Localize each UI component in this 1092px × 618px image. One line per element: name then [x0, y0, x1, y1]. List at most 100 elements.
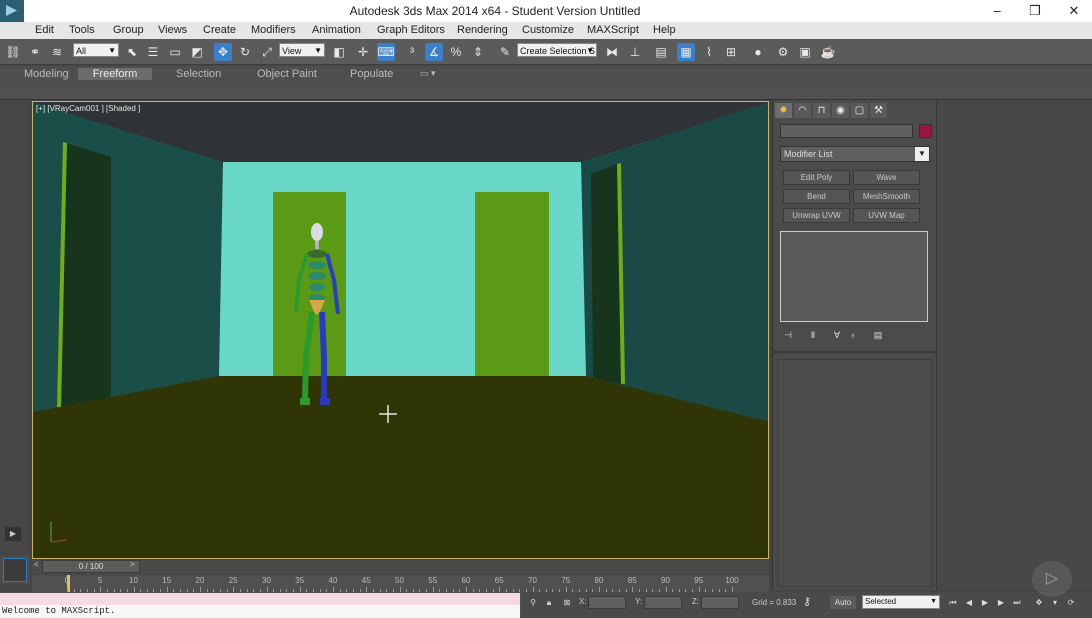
unwrap-uvw-button[interactable]: Unwrap UVW: [783, 208, 850, 223]
pin-stack-icon[interactable]: ⊣: [782, 329, 794, 341]
lock-selection-icon[interactable]: ⚲: [526, 596, 540, 609]
menu-rendering[interactable]: Rendering: [457, 24, 508, 36]
close-button[interactable]: ✕: [1059, 2, 1089, 20]
perspective-viewport[interactable]: [+] [VRayCam001 ] [Shaded ]: [32, 101, 769, 559]
window-crossing-icon[interactable]: ◩: [188, 43, 206, 61]
previous-frame-icon[interactable]: ◀: [962, 596, 976, 609]
modifier-stack[interactable]: [780, 231, 928, 322]
z-coordinate-field[interactable]: [701, 596, 739, 609]
menu-edit[interactable]: Edit: [35, 24, 54, 36]
utilities-tab-icon[interactable]: ⚒: [870, 103, 887, 118]
viewport-menu-icon[interactable]: ▶: [5, 527, 21, 541]
align-icon[interactable]: ⊥: [626, 43, 644, 61]
object-color-swatch[interactable]: [919, 124, 932, 138]
menu-customize[interactable]: Customize: [522, 24, 574, 36]
ribbon-options-icon[interactable]: ▭ ▾: [416, 68, 440, 79]
snaps-toggle-icon[interactable]: ³: [403, 43, 421, 61]
menu-graph-editors[interactable]: Graph Editors: [377, 24, 445, 36]
key-filter-dropdown[interactable]: Selected ▼: [862, 595, 940, 609]
reference-coordinate-dropdown[interactable]: View ▼: [279, 43, 325, 57]
create-tab-icon[interactable]: ✹: [775, 103, 792, 118]
bind-space-warp-icon[interactable]: ≋: [48, 43, 66, 61]
link-icon[interactable]: ⛓: [4, 43, 22, 61]
motion-tab-icon[interactable]: ◉: [832, 103, 849, 118]
time-slider-thumb[interactable]: 0 / 100: [42, 560, 140, 573]
tab-freeform[interactable]: Freeform: [78, 68, 152, 80]
remove-modifier-icon[interactable]: ♁: [847, 329, 859, 341]
select-and-scale-icon[interactable]: ⤢: [258, 43, 276, 61]
viewport-label[interactable]: [+] [VRayCam001 ] [Shaded ]: [36, 104, 140, 113]
select-and-move-icon[interactable]: ✥: [214, 43, 232, 61]
time-next-button[interactable]: >: [130, 560, 135, 569]
unlink-icon[interactable]: ⚭: [26, 43, 44, 61]
object-name-input[interactable]: [780, 124, 913, 138]
zoom-extents-icon[interactable]: ▾: [1048, 596, 1062, 609]
tab-modeling[interactable]: Modeling: [20, 68, 73, 80]
auto-key-button[interactable]: Auto: [830, 596, 856, 609]
restore-button[interactable]: ❐: [1020, 2, 1050, 20]
track-bar[interactable]: 0 5 10 15 20 25 30 35 40 45 50 55 60 65 70 75 80 85 90 95 10…: [32, 575, 769, 592]
display-tab-icon[interactable]: ▢: [851, 103, 868, 118]
scene-explorer-icon[interactable]: ▤: [652, 43, 670, 61]
y-coordinate-field[interactable]: [644, 596, 682, 609]
render-setup-icon[interactable]: ⚙: [774, 43, 792, 61]
configure-sets-icon[interactable]: ▤: [872, 329, 884, 341]
tab-populate[interactable]: Populate: [346, 68, 397, 80]
bend-button[interactable]: Bend: [783, 189, 850, 204]
make-unique-icon[interactable]: ∀: [831, 329, 843, 341]
menu-maxscript[interactable]: MAXScript: [587, 24, 639, 36]
menu-create[interactable]: Create: [203, 24, 236, 36]
orbit-icon[interactable]: ⟳: [1064, 596, 1078, 609]
pivot-center-icon[interactable]: ◧: [330, 43, 348, 61]
percent-snap-icon[interactable]: %: [447, 43, 465, 61]
time-slider[interactable]: < 0 / 100 >: [32, 560, 769, 574]
menu-tools[interactable]: Tools: [69, 24, 95, 36]
mini-listener-toggle[interactable]: [0, 556, 30, 584]
pan-view-icon[interactable]: ✥: [1032, 596, 1046, 609]
menu-modifiers[interactable]: Modifiers: [251, 24, 296, 36]
rendered-frame-window-icon[interactable]: ▣: [796, 43, 814, 61]
absolute-mode-icon[interactable]: ⊠: [560, 596, 574, 609]
x-coordinate-field[interactable]: [588, 596, 626, 609]
selection-filter-dropdown[interactable]: All ▼: [73, 43, 119, 57]
tab-selection[interactable]: Selection: [172, 68, 225, 80]
angle-snap-icon[interactable]: ∡: [425, 43, 443, 61]
meshsmooth-button[interactable]: MeshSmooth: [853, 189, 920, 204]
curve-editor-icon[interactable]: ⌇: [700, 43, 718, 61]
selection-lock-icon[interactable]: 🔒︎: [542, 596, 556, 609]
menu-group[interactable]: Group: [113, 24, 144, 36]
time-prev-button[interactable]: <: [34, 560, 39, 569]
next-frame-icon[interactable]: ▶: [994, 596, 1008, 609]
select-and-rotate-icon[interactable]: ↻: [236, 43, 254, 61]
select-by-name-icon[interactable]: ☰: [144, 43, 162, 61]
listener-output[interactable]: Welcome to MAXScript.: [0, 605, 520, 618]
mirror-icon[interactable]: ⧓: [603, 43, 621, 61]
render-production-icon[interactable]: ☕: [819, 43, 837, 61]
modify-tab-icon[interactable]: ◠: [794, 103, 811, 118]
go-to-end-icon[interactable]: ⏭: [1010, 596, 1024, 609]
set-key-icon[interactable]: ⚷: [800, 596, 814, 609]
menu-views[interactable]: Views: [158, 24, 187, 36]
select-manipulate-icon[interactable]: ✛: [354, 43, 372, 61]
menu-help[interactable]: Help: [653, 24, 676, 36]
wave-button[interactable]: Wave: [853, 170, 920, 185]
show-end-result-icon[interactable]: Ⅱ: [807, 329, 819, 341]
tab-object-paint[interactable]: Object Paint: [253, 68, 321, 80]
hierarchy-tab-icon[interactable]: ⊓: [813, 103, 830, 118]
edit-named-selection-icon[interactable]: ✎: [496, 43, 514, 61]
material-editor-icon[interactable]: ●: [749, 43, 767, 61]
rectangular-region-icon[interactable]: ▭: [166, 43, 184, 61]
uvw-map-button[interactable]: UVW Map: [853, 208, 920, 223]
named-selection-dropdown[interactable]: Create Selection S ▼: [517, 43, 597, 57]
layer-manager-icon[interactable]: ▦: [677, 43, 695, 61]
edit-poly-button[interactable]: Edit Poly: [783, 170, 850, 185]
schematic-view-icon[interactable]: ⊞: [722, 43, 740, 61]
spinner-snap-icon[interactable]: ⇕: [469, 43, 487, 61]
select-object-icon[interactable]: ⬉: [123, 43, 141, 61]
listener-input[interactable]: [0, 593, 520, 605]
minimize-button[interactable]: –: [982, 2, 1012, 20]
play-icon[interactable]: ▶: [978, 596, 992, 609]
menu-animation[interactable]: Animation: [312, 24, 361, 36]
modifier-list-dropdown[interactable]: Modifier List ▼: [780, 146, 930, 162]
keyboard-shortcut-override-icon[interactable]: ⌨: [377, 43, 395, 61]
